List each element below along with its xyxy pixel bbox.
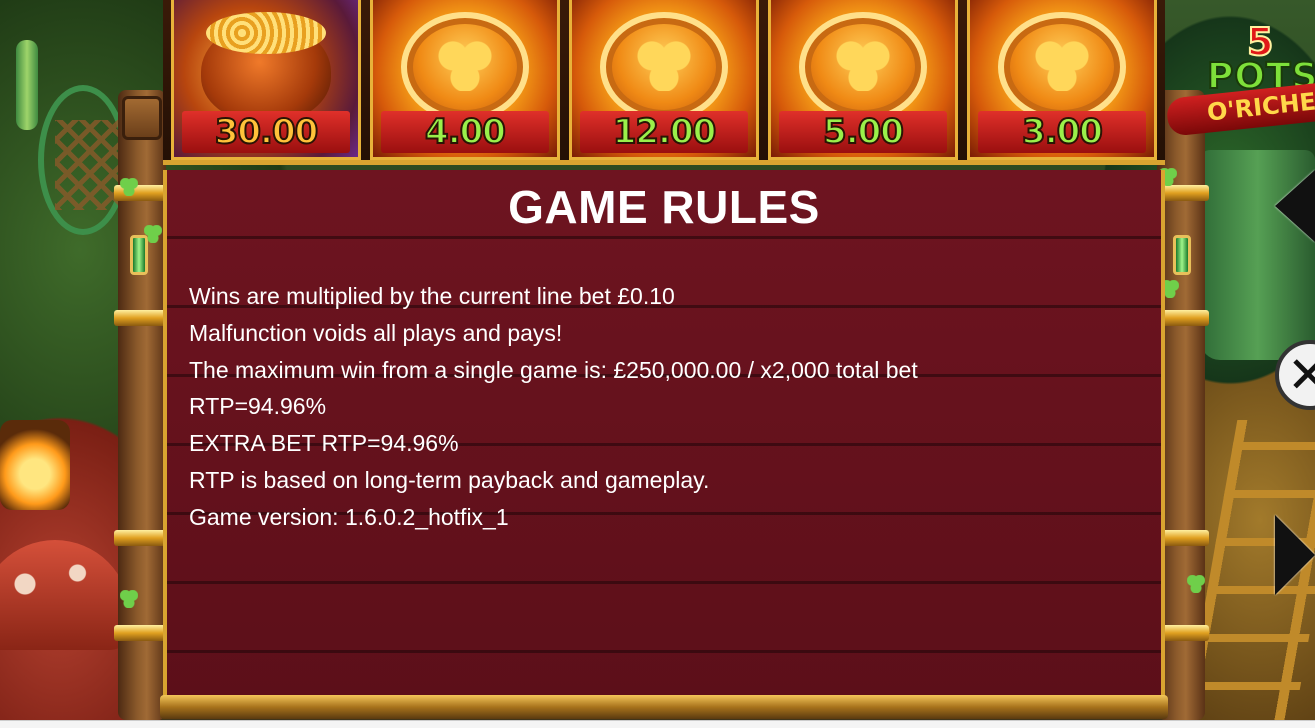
symbol-value-ribbon: 30.00	[182, 111, 350, 153]
clover-coin-icon	[401, 12, 529, 122]
rule-line: EXTRA BET RTP=94.96%	[189, 430, 459, 457]
clover-icon	[144, 225, 162, 243]
rule-line: Wins are multiplied by the current line …	[189, 283, 675, 309]
rule-line: Malfunction voids all plays and pays!	[189, 319, 563, 346]
gold-band	[114, 530, 170, 546]
mushroom-icon	[0, 540, 130, 650]
symbol-value-ribbon: 4.00	[381, 111, 549, 153]
previous-page-button[interactable]	[1275, 170, 1315, 242]
post-emblem	[122, 96, 162, 140]
clover-icon	[120, 178, 138, 196]
symbol-clover-coin: 12.00	[569, 0, 759, 160]
symbol-value-ribbon: 3.00	[978, 111, 1146, 153]
panel-title: GAME RULES	[508, 181, 820, 233]
clover-coin-icon	[998, 12, 1126, 122]
symbol-value: 12.00	[612, 111, 718, 153]
emerald-gem-icon	[1173, 235, 1191, 275]
symbol-value: 4.00	[424, 111, 507, 153]
bottom-status-bar	[0, 720, 1315, 728]
gold-band	[114, 625, 170, 641]
game-rules-panel: GAME RULES Wins are multiplied by the cu…	[163, 170, 1165, 702]
panel-bottom-trim	[160, 695, 1168, 719]
rule-line: RTP=94.96%	[189, 393, 327, 420]
rules-list: Wins are multiplied by the current line …	[189, 278, 918, 536]
clover-icon	[120, 590, 138, 608]
background-pole	[16, 40, 38, 130]
gold-band	[114, 310, 170, 326]
next-page-button[interactable]	[1275, 515, 1315, 595]
symbol-value-ribbon: 12.00	[580, 111, 748, 153]
symbol-paytable-row: 30.00 4.00 12.00 5.00 3.00	[163, 0, 1165, 165]
symbol-clover-coin: 3.00	[967, 0, 1157, 160]
clover-icon	[1187, 575, 1205, 593]
game-logo: 5 POTS O'RICHES	[1165, 19, 1315, 140]
close-x-icon: ✕	[1287, 346, 1315, 404]
gold-coins-icon	[206, 12, 326, 54]
symbol-clover-coin: 5.00	[768, 0, 958, 160]
symbol-value-ribbon: 5.00	[779, 111, 947, 153]
symbol-value: 5.00	[822, 111, 905, 153]
clover-coin-icon	[600, 12, 728, 122]
symbol-pot-of-gold: 30.00	[171, 0, 361, 160]
symbol-value: 3.00	[1021, 111, 1104, 153]
symbol-clover-coin: 4.00	[370, 0, 560, 160]
rule-line: The maximum win from a single game is: £…	[189, 356, 918, 383]
rule-line: RTP is based on long-term payback and ga…	[189, 466, 710, 493]
clover-coin-icon	[799, 12, 927, 122]
frame-post-left	[114, 90, 170, 720]
rule-line: Game version: 1.6.0.2_hotfix_1	[189, 503, 509, 530]
lantern-icon	[0, 420, 70, 510]
symbol-value: 30.00	[214, 111, 320, 153]
